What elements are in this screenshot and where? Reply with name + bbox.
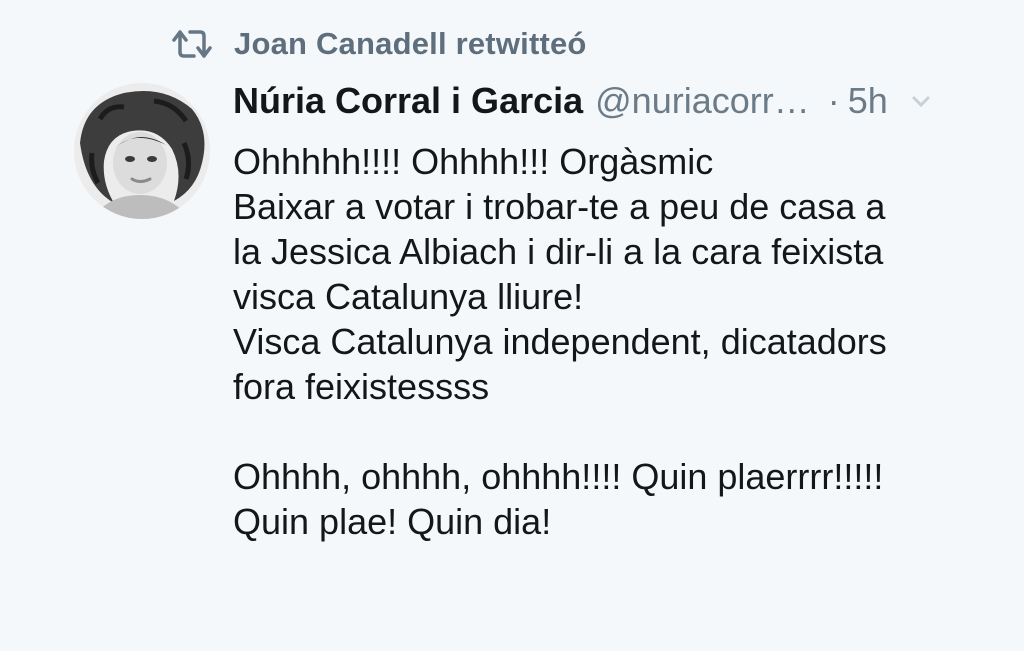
tweet-header: Núria Corral i Garcia @nuriacorr… · 5h bbox=[233, 80, 1024, 128]
retweeted-by-label: Joan Canadell retwitteó bbox=[234, 26, 587, 61]
tweet-line: Ohhhhh!!!! Ohhhh!!! Orgàsmic bbox=[233, 141, 714, 182]
tweet-line: Visca Catalunya independent, dicatadors bbox=[233, 321, 887, 362]
tweet-text: Ohhhhh!!!! Ohhhh!!! Orgàsmic Baixar a vo… bbox=[233, 139, 1024, 544]
tweet-line: fora feixistessss bbox=[233, 366, 490, 407]
retweet-icon bbox=[170, 26, 214, 62]
avatar[interactable] bbox=[74, 83, 210, 219]
tweet[interactable]: Núria Corral i Garcia @nuriacorr… · 5h O… bbox=[233, 80, 1024, 544]
user-handle[interactable]: @nuriacorr… bbox=[595, 80, 810, 122]
separator-dot: · bbox=[827, 80, 840, 121]
chevron-down-icon[interactable] bbox=[910, 80, 932, 122]
timestamp[interactable]: 5h bbox=[848, 80, 888, 122]
tweet-line: visca Catalunya lliure! bbox=[233, 276, 584, 317]
tweet-line: Baixar a votar i trobar-te a peu de casa… bbox=[233, 186, 886, 227]
avatar-photo-icon bbox=[74, 83, 210, 219]
display-name[interactable]: Núria Corral i Garcia bbox=[233, 80, 583, 122]
tweet-line: la Jessica Albiach i dir-li a la cara fe… bbox=[233, 231, 884, 272]
tweet-line: Ohhhh, ohhhh, ohhhh!!!! Quin plaerrrr!!!… bbox=[233, 456, 884, 497]
tweet-line: Quin plae! Quin dia! bbox=[233, 501, 552, 542]
retweet-context[interactable]: Joan Canadell retwitteó bbox=[170, 22, 587, 66]
